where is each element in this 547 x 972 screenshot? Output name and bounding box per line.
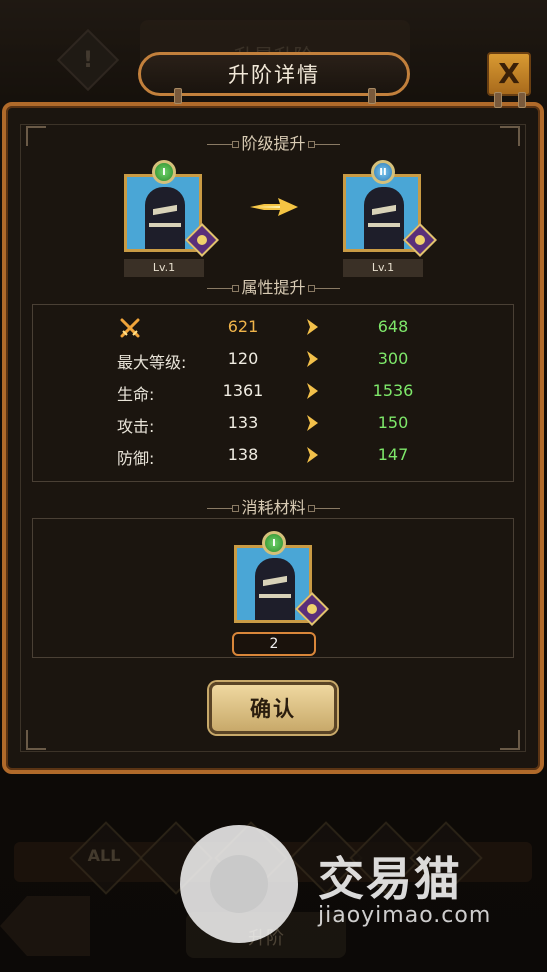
- attr-from-value: 120: [227, 349, 259, 368]
- section-title-rank: 阶级提升: [0, 130, 547, 154]
- attr-label: 最大等级:: [117, 353, 187, 372]
- close-peg: [494, 92, 502, 108]
- chevron-right-icon: [307, 415, 318, 431]
- rank-badge-icon: II: [371, 160, 395, 184]
- hero-portrait: [255, 558, 295, 620]
- attr-from-value: 1361: [222, 381, 264, 400]
- attr-row-attack: 攻击: 133 150: [33, 413, 513, 443]
- material-count: 2: [232, 632, 316, 656]
- section-title-attributes: 属性提升: [0, 274, 547, 298]
- attributes-table: 621 648 最大等级: 120 300 生命: 1361 1536 攻击: …: [32, 304, 514, 482]
- hero-portrait: [364, 187, 404, 249]
- title-peg: [174, 88, 182, 104]
- attr-row-defense: 防御: 138 147: [33, 445, 513, 475]
- dialog-title: 升阶详情: [228, 63, 320, 87]
- section-title-materials: 消耗材料: [0, 494, 547, 518]
- watermark-logo: [180, 825, 298, 943]
- close-button[interactable]: X: [487, 52, 531, 96]
- crossed-swords-icon: [120, 318, 140, 338]
- watermark-domain: jiaoyimao.com: [318, 903, 492, 928]
- rank-badge-icon: I: [262, 531, 286, 555]
- close-peg: [518, 92, 526, 108]
- corner-ornament: [500, 730, 520, 750]
- attr-from-value: 133: [227, 413, 259, 432]
- chevron-right-icon: [307, 447, 318, 463]
- attr-label: 生命:: [117, 385, 155, 404]
- chevron-right-icon: [307, 319, 318, 335]
- rank-badge-icon: I: [152, 160, 176, 184]
- title-peg: [368, 88, 376, 104]
- attr-label: 防御:: [117, 449, 155, 468]
- attr-to-value: 648: [377, 317, 409, 336]
- attr-from-value: 138: [227, 445, 259, 464]
- hero-portrait: [145, 187, 185, 249]
- attr-from-value: 621: [227, 317, 259, 336]
- chevron-right-icon: [307, 351, 318, 367]
- confirm-button-label: 确认: [250, 697, 296, 721]
- upgrade-arrow-icon: [250, 198, 298, 216]
- attr-to-value: 150: [377, 413, 409, 432]
- confirm-button[interactable]: 确认: [209, 682, 337, 734]
- corner-ornament: [26, 730, 46, 750]
- attr-to-value: 147: [377, 445, 409, 464]
- attr-row-hp: 生命: 1361 1536: [33, 381, 513, 411]
- watermark-brand: 交易猫: [318, 852, 462, 906]
- chevron-right-icon: [307, 383, 318, 399]
- attr-to-value: 1536: [372, 381, 414, 400]
- attr-row-power: 621 648: [33, 317, 513, 347]
- close-icon: X: [498, 57, 520, 90]
- attr-to-value: 300: [377, 349, 409, 368]
- attr-label: 攻击:: [117, 417, 155, 436]
- attr-row-max-level: 最大等级: 120 300: [33, 349, 513, 379]
